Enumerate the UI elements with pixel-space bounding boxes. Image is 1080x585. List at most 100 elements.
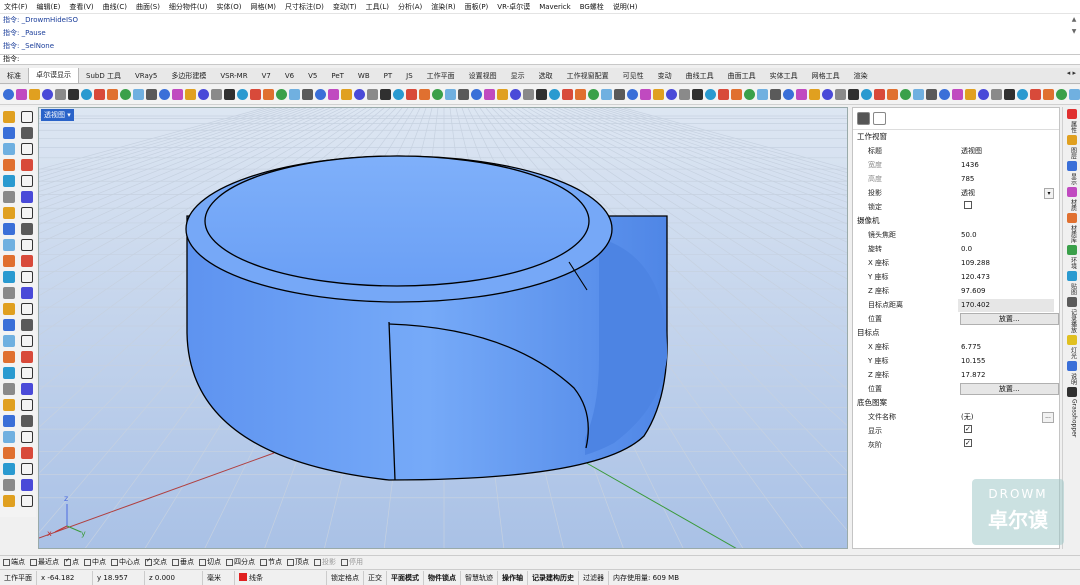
toolbar-tool-icon[interactable] [276,89,287,100]
toolbar-tool-icon[interactable] [523,89,534,100]
toolbar-tab[interactable]: 变动 [651,69,679,83]
left-tool-icon[interactable] [3,351,15,363]
menu-item[interactable]: BG螺栓 [580,2,604,12]
menu-item[interactable]: 查看(V) [69,2,93,12]
side-tab-label[interactable]: 材质 [1066,199,1078,211]
left-tool-icon[interactable] [21,399,33,411]
menu-item[interactable]: 实体(O) [217,2,242,12]
toolbar-tool-icon[interactable] [250,89,261,100]
left-tool-icon[interactable] [3,223,15,235]
left-tool-icon[interactable] [21,383,33,395]
toolbar-tool-icon[interactable] [822,89,833,100]
command-history-scrollbar[interactable]: ▲ ▼ [1070,16,1078,52]
toolbar-tool-icon[interactable] [744,89,755,100]
left-tool-icon[interactable] [21,191,33,203]
osnap-toggle[interactable]: 中点 [84,557,106,567]
left-tool-icon[interactable] [21,207,33,219]
left-tool-icon[interactable] [21,479,33,491]
menu-item[interactable]: 编辑(E) [37,2,61,12]
side-tab-label[interactable]: 说明 [1066,373,1078,385]
left-tool-icon[interactable] [3,431,15,443]
left-tool-icon[interactable] [21,271,33,283]
toolbar-tool-icon[interactable] [692,89,703,100]
left-tool-icon[interactable] [3,287,15,299]
left-tool-icon[interactable] [3,319,15,331]
property-value[interactable]: 17.872 [958,369,1054,382]
toolbar-tool-icon[interactable] [861,89,872,100]
osnap-checkbox[interactable] [287,558,294,566]
left-tool-icon[interactable] [3,207,15,219]
toolbar-tool-icon[interactable] [510,89,521,100]
left-tool-icon[interactable] [3,495,15,507]
status-layer[interactable]: 线条 [235,570,327,585]
property-value[interactable]: 120.473 [958,271,1054,284]
property-value[interactable]: 170.402 [958,298,1054,312]
left-tool-icon[interactable] [21,431,33,443]
property-value[interactable]: 6.775 [958,341,1054,354]
toolbar-tool-icon[interactable] [1004,89,1015,100]
toolbar-tool-icon[interactable] [536,89,547,100]
toolbar-tab[interactable]: 实体工具 [763,69,805,83]
left-tool-icon[interactable] [21,351,33,363]
osnap-toggle[interactable]: 顶点 [287,557,309,567]
property-value[interactable]: 0.0 [958,243,1054,256]
menu-item[interactable]: 尺寸标注(D) [285,2,324,12]
osnap-checkbox[interactable] [145,557,152,566]
osnap-checkbox[interactable] [84,558,91,566]
command-prompt[interactable]: 指令: [0,54,1080,65]
menu-item[interactable]: 说明(H) [613,2,638,12]
toolbar-tool-icon[interactable] [432,89,443,100]
side-tab-icon[interactable] [1066,361,1077,371]
checkbox[interactable] [964,437,972,450]
left-tool-icon[interactable] [21,367,33,379]
toolbar-tool-icon[interactable] [978,89,989,100]
side-tab-label[interactable]: 材质库 [1066,225,1078,243]
toolbar-tool-icon[interactable] [107,89,118,100]
left-tool-icon[interactable] [3,111,15,123]
left-tool-icon[interactable] [21,239,33,251]
menu-item[interactable]: 工具(L) [366,2,389,12]
toolbar-tool-icon[interactable] [211,89,222,100]
toolbar-tool-icon[interactable] [627,89,638,100]
toolbar-tab[interactable]: 卓尔谟显示 [28,68,79,83]
ring-bezel-inner[interactable] [204,155,590,287]
toolbar-tab[interactable]: 渲染 [847,69,875,83]
toolbar-tool-icon[interactable] [965,89,976,100]
toolbar-tab[interactable]: V6 [278,69,301,83]
osnap-checkbox[interactable] [341,558,348,566]
left-tool-icon[interactable] [3,399,15,411]
toolbar-tool-icon[interactable] [94,89,105,100]
left-tool-icon[interactable] [21,127,33,139]
browse-button[interactable]: ... [1042,411,1054,423]
left-tool-icon[interactable] [3,175,15,187]
osnap-checkbox[interactable] [64,557,71,566]
toolbar-tool-icon[interactable] [679,89,690,100]
left-tool-icon[interactable] [21,415,33,427]
toolbar-tool-icon[interactable] [991,89,1002,100]
toolbar-tool-icon[interactable] [796,89,807,100]
osnap-toggle[interactable]: 中心点 [111,557,140,567]
osnap-toggle[interactable]: 交点 [145,557,167,567]
toolbar-tool-icon[interactable] [939,89,950,100]
toolbar-tab[interactable]: 选取 [532,69,560,83]
osnap-checkbox[interactable] [172,558,179,566]
toolbar-tool-icon[interactable] [835,89,846,100]
menu-item[interactable]: 渲染(R) [431,2,455,12]
toolbar-tool-icon[interactable] [874,89,885,100]
toolbar-tool-icon[interactable] [55,89,66,100]
toolbar-tab[interactable]: VSR-MR [213,69,254,83]
toolbar-tab[interactable]: PeT [324,69,351,83]
left-tool-icon[interactable] [21,319,33,331]
side-tab-label[interactable]: 显示 [1066,173,1078,185]
toolbar-tool-icon[interactable] [302,89,313,100]
side-tab-label[interactable]: 灯光 [1066,347,1078,359]
toolbar-tool-icon[interactable] [1017,89,1028,100]
left-tool-icon[interactable] [21,303,33,315]
osnap-checkbox[interactable] [111,558,118,566]
property-value[interactable]: (无) [958,411,1054,424]
menu-item[interactable]: 分析(A) [398,2,422,12]
toolbar-tab[interactable]: WB [351,69,377,83]
side-tab-icon[interactable] [1066,109,1077,119]
left-tool-icon[interactable] [21,159,33,171]
toolbar-tool-icon[interactable] [549,89,560,100]
